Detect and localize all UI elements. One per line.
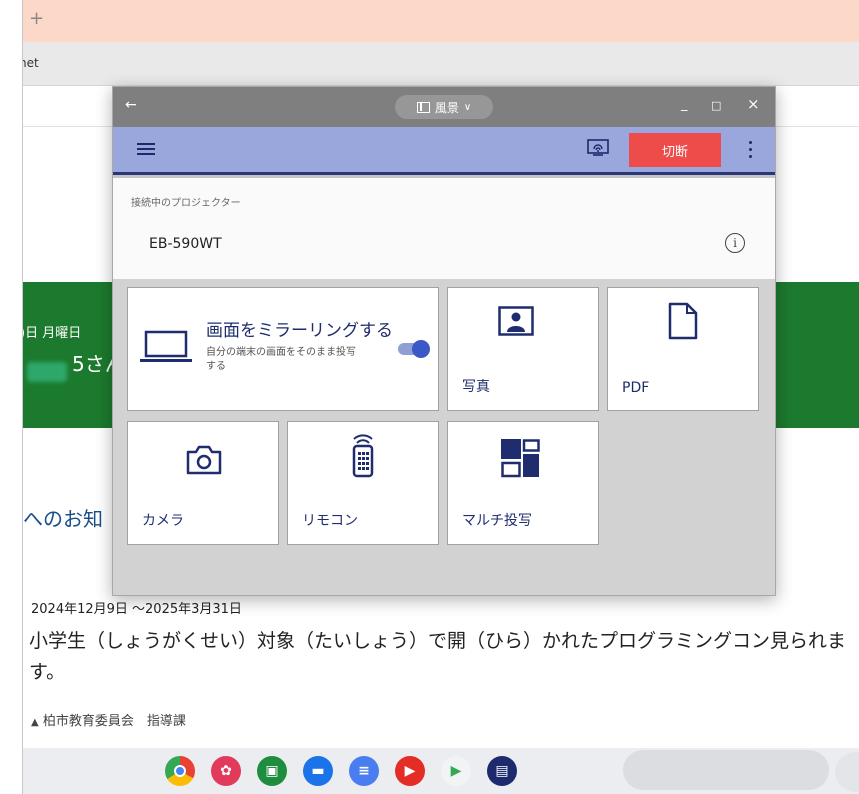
photo-tile[interactable]: 写真 <box>447 287 599 411</box>
projector-caption: 接続中のプロジェクター <box>131 198 241 209</box>
news-org: ▲ 柏市教育委員会 指導課 <box>31 710 186 729</box>
window-title-bar: ← 風景 ∨ _ □ × <box>113 87 775 127</box>
window-mode-label: 風景 <box>434 100 459 115</box>
url-text[interactable]: net <box>23 56 39 70</box>
connected-projector-panel: 接続中のプロジェクター EB-590WT i <box>113 178 775 279</box>
status-area[interactable] <box>835 752 859 792</box>
news-org-text: 柏市教育委員会 指導課 <box>42 714 186 729</box>
projector-name: EB-590WT <box>149 236 222 252</box>
hamburger-menu-icon[interactable] <box>137 139 157 159</box>
laptop-icon <box>140 330 192 362</box>
iprojection-icon[interactable]: ▤ <box>487 756 517 786</box>
back-arrow-icon[interactable]: ← <box>125 97 137 113</box>
maximize-button[interactable]: □ <box>711 99 721 112</box>
disconnect-button[interactable]: 切断 <box>629 133 721 167</box>
camera-label: カメラ <box>142 513 184 529</box>
chevron-down-icon: ∨ <box>463 101 472 113</box>
document-icon <box>668 302 698 340</box>
remote-control-icon <box>352 434 374 478</box>
new-tab-button[interactable]: + <box>29 8 44 29</box>
cast-screen-icon[interactable] <box>586 138 610 160</box>
close-button[interactable]: × <box>747 95 760 113</box>
canvas-paint-icon[interactable]: ✿ <box>211 756 241 786</box>
banner-date: )日 月曜日 <box>22 326 82 341</box>
photo-label: 写真 <box>462 379 490 395</box>
more-options-icon[interactable] <box>749 141 753 159</box>
minimize-button[interactable]: _ <box>681 97 688 112</box>
mirror-title: 画面をミラーリングする <box>206 321 393 341</box>
youtube-icon[interactable]: ▶ <box>395 756 425 786</box>
news-date: 2024年12月9日 ～2025年3月31日 <box>31 602 242 617</box>
person-icon: ▲ <box>31 717 39 728</box>
files-icon[interactable]: ▬ <box>303 756 333 786</box>
info-icon[interactable]: i <box>725 233 745 253</box>
tab-bar: + <box>23 0 859 42</box>
banner-greeting: 5さん <box>23 348 125 377</box>
play-store-icon[interactable]: ▶ <box>441 756 471 786</box>
remote-control-label: リモコン <box>302 513 358 529</box>
feature-grid: 画面をミラーリングする 自分の端末の画面をそのまま投写する 写真 PDF カメラ… <box>113 279 775 595</box>
news-item-text[interactable]: 小学生（しょうがくせい）対象（たいしょう）で開（ひら）かれたプログラミングコン見… <box>29 626 859 688</box>
app-toolbar: 切断 <box>113 127 775 175</box>
docs-icon[interactable]: ≡ <box>349 756 379 786</box>
redacted-shelf-area <box>623 750 829 790</box>
iprojection-window: ← 風景 ∨ _ □ × 切断 接続中のプロジェクター EB-590WT i 画… <box>112 86 776 596</box>
multi-screen-icon <box>501 439 540 478</box>
multi-projection-tile[interactable]: マルチ投写 <box>447 421 599 545</box>
address-bar[interactable]: net <box>23 42 859 86</box>
news-section-heading: へのお知 <box>23 507 103 531</box>
remote-control-tile[interactable]: リモコン <box>287 421 439 545</box>
photo-icon <box>498 306 534 336</box>
classroom-icon[interactable]: ▣ <box>257 756 287 786</box>
camera-tile[interactable]: カメラ <box>127 421 279 545</box>
chrome-icon[interactable] <box>165 756 195 786</box>
mirror-screen-tile[interactable]: 画面をミラーリングする 自分の端末の画面をそのまま投写する <box>127 287 439 411</box>
toggle-knob <box>412 340 430 358</box>
pdf-label: PDF <box>622 380 650 396</box>
window-mode-icon <box>416 101 430 113</box>
window-mode-dropdown[interactable]: 風景 ∨ <box>395 95 493 119</box>
pdf-tile[interactable]: PDF <box>607 287 759 411</box>
camera-icon <box>186 445 222 475</box>
system-shelf: ✿ ▣ ▬ ≡ ▶ ▶ ▤ <box>23 748 859 794</box>
mirror-subtitle: 自分の端末の画面をそのまま投写する <box>206 347 356 372</box>
mirror-toggle[interactable] <box>398 340 432 358</box>
multi-projection-label: マルチ投写 <box>462 513 532 529</box>
